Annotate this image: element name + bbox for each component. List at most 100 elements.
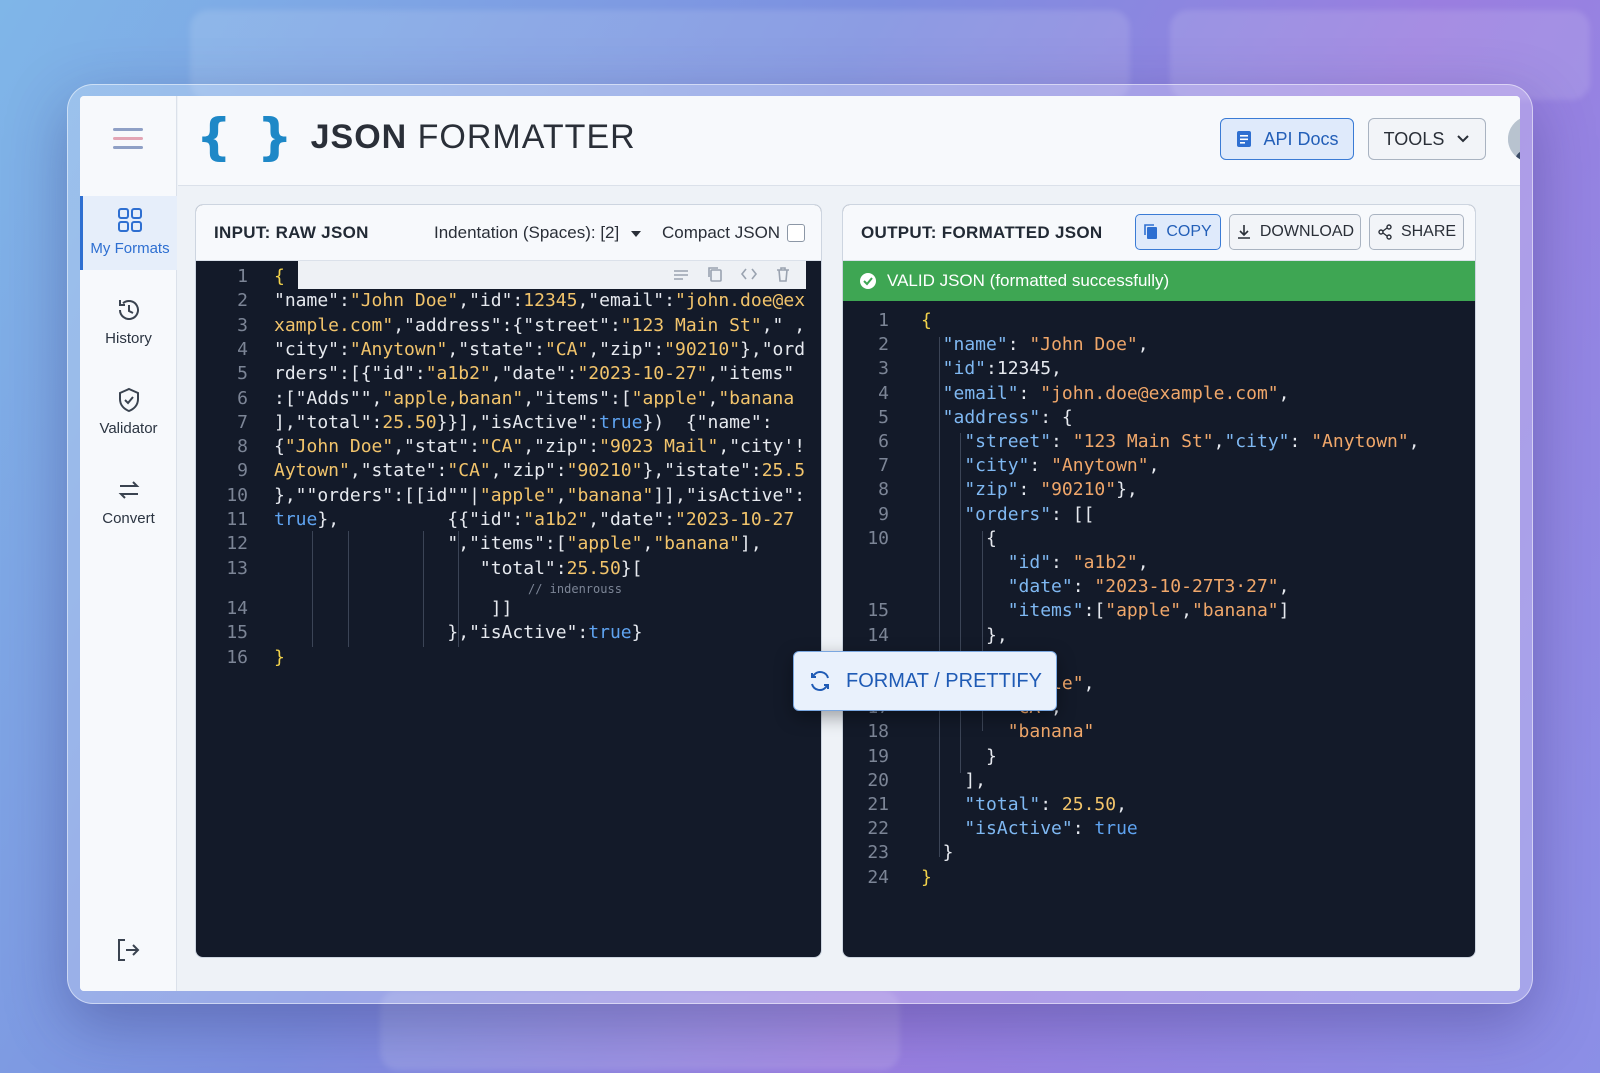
code-token: "items" xyxy=(921,600,1084,622)
format-prettify-label: FORMAT / PRETTIFY xyxy=(846,669,1042,692)
code-token: }, xyxy=(921,624,1008,646)
input-editor[interactable]: 1{2 "name":"John Doe","id":12345,"email":… xyxy=(196,261,821,957)
code-token: true xyxy=(1094,818,1138,840)
code-token: :["Adds"", xyxy=(274,387,383,409)
code-line: 14 }, xyxy=(843,624,1008,648)
copy-icon[interactable] xyxy=(706,265,724,283)
code-token: , xyxy=(1137,552,1149,573)
download-icon xyxy=(1237,225,1250,239)
logout-icon[interactable] xyxy=(114,936,142,964)
app-title: JSON FORMATTER xyxy=(310,117,636,156)
code-line: 3 xample.com","address":{"street":"123 Ma… xyxy=(196,314,805,338)
api-docs-button[interactable]: API Docs xyxy=(1220,118,1354,160)
code-token: } xyxy=(921,745,997,767)
app-window: My Formats History Validator Convert {}… xyxy=(80,96,1520,991)
sidebar-item-validator[interactable]: Validator xyxy=(80,376,177,450)
code-token: }, {{"id": xyxy=(317,509,524,530)
avatar[interactable] xyxy=(1508,116,1520,162)
code-line: 12 ","items":["apple","banana"], xyxy=(196,532,762,556)
code-token: "banana" xyxy=(1191,600,1279,622)
code-token: 25.5 xyxy=(761,460,806,482)
compact-json-checkbox[interactable] xyxy=(787,224,805,242)
sidebar-item-my-formats[interactable]: My Formats xyxy=(80,196,177,270)
code-token: , xyxy=(1137,334,1149,356)
code-token: : xyxy=(1040,794,1062,815)
code-token: , xyxy=(1278,576,1290,598)
caret-down-icon xyxy=(630,231,641,237)
code-line: 15 },"isActive":true} xyxy=(196,621,642,645)
refresh-icon xyxy=(811,671,830,691)
code-line: 2 "name": "John Doe", xyxy=(843,333,1149,357)
code-token: "john.doe@ex xyxy=(675,290,806,312)
line-number: 16 xyxy=(226,646,248,668)
code-token: ], xyxy=(921,769,987,791)
code-token: "apple,banan" xyxy=(382,387,524,409)
code-token: ," , xyxy=(761,314,806,336)
input-panel-header: INPUT: RAW JSON Indentation (Spaces): [2… xyxy=(196,205,821,261)
code-token: "date" xyxy=(921,576,1073,598)
format-prettify-button[interactable]: FORMAT / PRETTIFY xyxy=(793,651,1057,711)
line-number: 10 xyxy=(226,484,248,506)
code-line: 16} xyxy=(196,646,285,670)
code-token: ,"city'! xyxy=(718,436,806,458)
download-button[interactable]: DOWNLOAD xyxy=(1229,214,1361,250)
code-token: : xyxy=(1007,334,1030,356)
code-line: 23 } xyxy=(843,841,953,865)
code-token: { xyxy=(274,436,285,458)
code-token: rders":[{"id": xyxy=(274,363,426,385)
code-token: ], xyxy=(740,533,762,555)
code-token: "city" xyxy=(1224,431,1290,452)
user-avatar-icon xyxy=(1508,116,1520,162)
code-token: },"istate": xyxy=(642,460,762,482)
sidebar-item-convert[interactable]: Convert xyxy=(80,466,177,540)
code-token: "CA" xyxy=(447,460,491,482)
code-token: "id" xyxy=(921,358,987,380)
wrap-icon[interactable] xyxy=(672,265,690,283)
code-token: , xyxy=(1083,673,1095,694)
code-line: 7 "city": "Anytown", xyxy=(843,454,1159,478)
menu-icon[interactable] xyxy=(113,128,143,152)
code-line: 18 "banana" xyxy=(843,720,1094,744)
code-token: : xyxy=(1018,479,1041,501)
code-token: "city": xyxy=(274,338,350,360)
code-token: "90210" xyxy=(1040,479,1117,501)
code-token: "90210" xyxy=(664,338,741,360)
code-token: , xyxy=(1408,431,1420,452)
code-token: ]],"isActive": xyxy=(653,484,806,506)
sidebar-item-history[interactable]: History xyxy=(80,286,177,360)
line-number: 8 xyxy=(878,479,889,501)
code-line: 21 "total": 25.50, xyxy=(843,793,1127,817)
code-token: "id" xyxy=(921,552,1052,573)
code-token: "banana" xyxy=(653,533,741,555)
code-icon[interactable] xyxy=(740,265,758,283)
share-button[interactable]: SHARE xyxy=(1369,214,1464,250)
code-token: ,"zip": xyxy=(588,338,665,360)
code-token: 12345 xyxy=(523,290,578,312)
code-token: 25.50 xyxy=(382,411,437,433)
code-line: 2 "name":"John Doe","id":12345,"email":"j… xyxy=(196,289,805,313)
code-token: "123 Main St" xyxy=(1072,431,1214,452)
copy-button[interactable]: COPY xyxy=(1135,214,1221,250)
code-line: 9 "orders": [[ xyxy=(843,503,1094,527)
line-number: 2 xyxy=(237,290,248,312)
line-number: 6 xyxy=(878,431,889,452)
code-line: 19 } xyxy=(843,745,997,769)
code-token: },""orders":[[id""| xyxy=(274,484,480,506)
top-header: { } JSON FORMATTER API Docs TOOLS xyxy=(178,96,1520,186)
code-line: 6 "street": "123 Main St","city": "Anyto… xyxy=(843,430,1420,454)
line-number: 4 xyxy=(878,382,889,404)
code-token: } xyxy=(921,866,932,888)
code-token: { xyxy=(921,527,997,549)
sidebar: My Formats History Validator Convert xyxy=(80,96,177,991)
trash-icon[interactable] xyxy=(774,265,792,283)
code-token: : xyxy=(1072,576,1095,598)
code-token: , xyxy=(1148,455,1160,477)
indentation-select[interactable]: Indentation (Spaces): [2] xyxy=(434,223,642,243)
tools-dropdown[interactable]: TOOLS xyxy=(1368,118,1486,160)
code-token: "isActive" xyxy=(921,818,1073,840)
output-editor[interactable]: 1{2 "name": "John Doe", 3 "id":12345, 4 "e… xyxy=(843,301,1475,957)
code-token: "apple" xyxy=(1105,600,1182,622)
code-line: 6:["Adds"","apple,banan","items":["apple… xyxy=(196,387,794,411)
line-number: 19 xyxy=(867,745,889,767)
input-panel: INPUT: RAW JSON Indentation (Spaces): [2… xyxy=(195,204,822,958)
